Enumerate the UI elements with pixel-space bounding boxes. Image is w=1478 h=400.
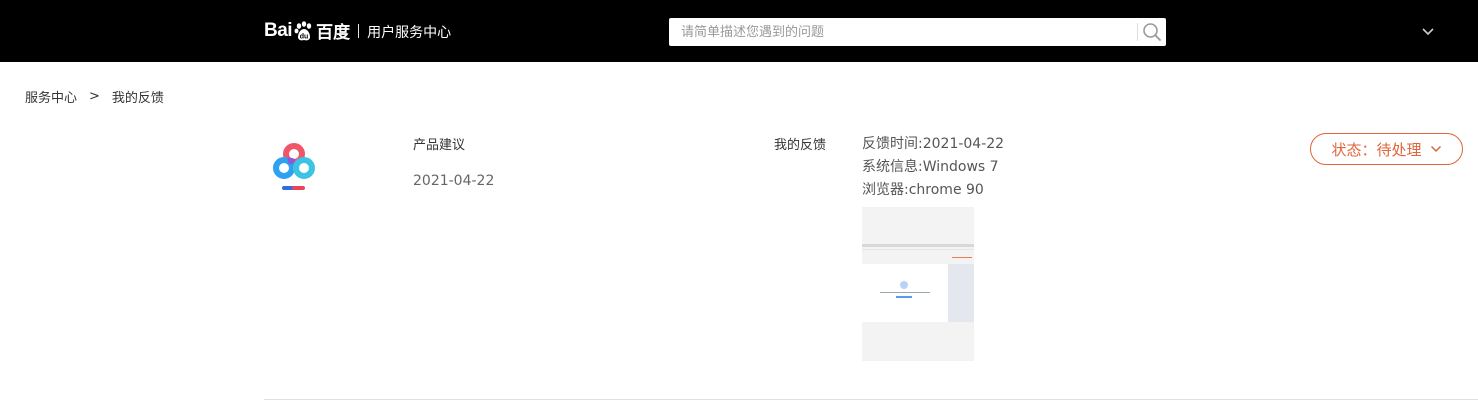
- search-button[interactable]: [1138, 18, 1166, 46]
- thumb-text-line: [880, 292, 930, 293]
- thumb-icon: [900, 281, 908, 289]
- chevron-down-icon: [1422, 28, 1434, 36]
- meta-system-value: Windows 7: [922, 159, 999, 175]
- meta-browser-row: 浏览器: chrome 90: [862, 179, 1004, 202]
- feedback-date: 2021-04-22: [413, 173, 495, 189]
- breadcrumb-current: 我的反馈: [111, 91, 164, 106]
- search-icon: [1143, 23, 1161, 41]
- top-bar: Bai du 百度 用户服务中心: [0, 0, 1478, 62]
- my-feedback-label: 我的反馈: [774, 138, 827, 153]
- thumb-accent-line: [952, 257, 972, 258]
- logo-latin: Bai: [264, 19, 293, 41]
- feedback-meta: 反馈时间: 2021-04-22 系统信息: Windows 7 浏览器: ch…: [862, 133, 1004, 202]
- meta-browser-label: 浏览器:: [862, 182, 909, 198]
- thumb-side-panel: [948, 264, 974, 322]
- thumb-nav-bar: [862, 249, 974, 250]
- logo-chinese: 百度: [316, 23, 351, 43]
- meta-time-row: 反馈时间: 2021-04-22: [862, 133, 1004, 156]
- baidu-netdisk-icon: [272, 140, 320, 194]
- status-label: 状态：待处理: [1331, 140, 1422, 159]
- thumb-button: [896, 296, 912, 298]
- status-dropdown-button[interactable]: 状态：待处理: [1310, 133, 1463, 165]
- baidu-logo[interactable]: Bai du 百度: [264, 18, 351, 44]
- thumb-browser-bar: [862, 244, 974, 247]
- search-box: [669, 18, 1166, 46]
- thumb-main-area: [862, 264, 948, 322]
- search-input[interactable]: [669, 19, 1137, 45]
- feedback-card: 产品建议 2021-04-22 我的反馈 反馈时间: 2021-04-22 系统…: [264, 118, 1478, 400]
- brand-divider: [358, 23, 360, 38]
- meta-system-row: 系统信息: Windows 7: [862, 156, 1004, 179]
- meta-browser-value: chrome 90: [908, 182, 984, 198]
- chevron-down-icon: [1430, 145, 1442, 153]
- meta-system-label: 系统信息:: [862, 159, 923, 175]
- breadcrumb-separator: >: [89, 89, 100, 104]
- brand[interactable]: Bai du 百度 用户服务中心: [264, 18, 451, 44]
- feedback-product-title: 产品建议: [413, 138, 466, 153]
- breadcrumb: 服务中心 > 我的反馈: [25, 87, 164, 106]
- baidu-paw-icon: du: [293, 20, 315, 42]
- meta-time-label: 反馈时间:: [862, 136, 923, 152]
- breadcrumb-service-center[interactable]: 服务中心: [25, 87, 77, 106]
- user-menu-toggle[interactable]: [1420, 24, 1436, 40]
- site-subtitle[interactable]: 用户服务中心: [367, 22, 451, 42]
- svg-text:du: du: [300, 33, 309, 40]
- screenshot-thumbnail[interactable]: [862, 207, 974, 361]
- meta-time-value: 2021-04-22: [922, 136, 1005, 152]
